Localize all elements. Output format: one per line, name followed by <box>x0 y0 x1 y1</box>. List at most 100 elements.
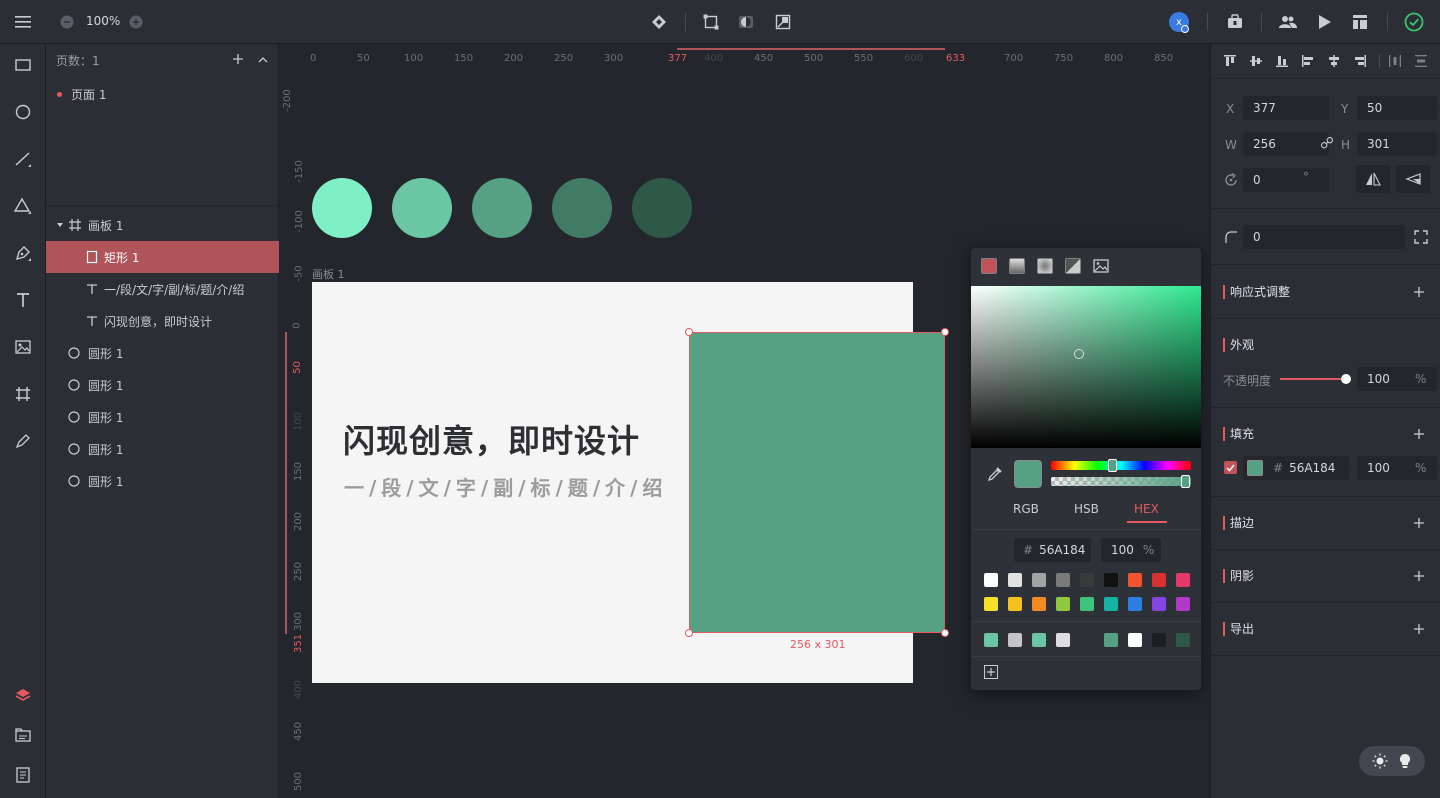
notes-icon[interactable] <box>12 764 34 786</box>
layer-item-circle[interactable]: 圆形 1 <box>46 433 279 465</box>
color-swatch[interactable] <box>1008 573 1022 587</box>
align-middle-icon[interactable] <box>1249 54 1263 71</box>
polygon-tool-icon[interactable] <box>12 195 34 217</box>
page-item[interactable]: 页面 1 <box>46 78 279 110</box>
menu-icon[interactable] <box>14 12 34 32</box>
color-swatch[interactable] <box>1152 573 1166 587</box>
opacity-input[interactable]: 100 % <box>1357 367 1437 391</box>
play-icon[interactable] <box>1315 12 1335 32</box>
layer-item-circle[interactable]: 圆形 1 <box>46 337 279 369</box>
add-swatch-icon[interactable] <box>984 665 998 679</box>
color-circle[interactable] <box>632 178 692 238</box>
fill-color-swatch[interactable] <box>1247 460 1263 476</box>
color-circle[interactable] <box>312 178 372 238</box>
expand-icon[interactable] <box>56 221 64 229</box>
crop-icon[interactable] <box>773 12 793 32</box>
x-input[interactable]: 377 <box>1243 96 1329 120</box>
component-icon[interactable] <box>649 12 669 32</box>
zoom-out-icon[interactable] <box>59 14 75 30</box>
color-swatch[interactable] <box>1056 633 1070 647</box>
artboard-tool-icon[interactable] <box>12 383 34 405</box>
check-status-icon[interactable] <box>1403 11 1425 33</box>
ellipse-tool-icon[interactable] <box>12 101 34 123</box>
independent-corners-icon[interactable] <box>1414 230 1428 247</box>
layer-item-circle[interactable]: 圆形 1 <box>46 465 279 497</box>
color-swatch[interactable] <box>1152 597 1166 611</box>
users-icon[interactable] <box>1278 12 1298 32</box>
add-responsive-icon[interactable] <box>1412 285 1426 299</box>
fill-type-radial-icon[interactable] <box>1037 258 1053 274</box>
fill-opacity-input[interactable]: 100 % <box>1357 456 1437 480</box>
color-swatch[interactable] <box>1128 633 1142 647</box>
color-swatch[interactable] <box>1056 573 1070 587</box>
color-swatch[interactable] <box>1176 633 1190 647</box>
layer-item-rect[interactable]: 矩形 1 <box>46 241 279 273</box>
color-swatch[interactable] <box>1080 573 1094 587</box>
mask-icon[interactable] <box>736 12 756 32</box>
layer-item-circle[interactable]: 圆形 1 <box>46 369 279 401</box>
color-swatch[interactable] <box>984 597 998 611</box>
hex-input[interactable]: # 56A184 <box>1014 538 1091 562</box>
image-tool-icon[interactable] <box>12 336 34 358</box>
pen-tool-icon[interactable] <box>12 242 34 264</box>
flip-horizontal-icon[interactable] <box>1356 165 1390 193</box>
eyedropper-icon[interactable] <box>987 466 1003 482</box>
layout-icon[interactable] <box>1350 12 1370 32</box>
color-swatch[interactable] <box>1056 597 1070 611</box>
subtitle-text[interactable]: 一/段/文/字/副/标/题/介/绍 <box>344 472 667 501</box>
fill-type-solid-icon[interactable] <box>981 258 997 274</box>
pencil-tool-icon[interactable] <box>12 430 34 452</box>
tab-hsb[interactable]: HSB <box>1074 502 1099 516</box>
opacity-slider[interactable] <box>1280 378 1346 380</box>
add-shadow-icon[interactable] <box>1412 569 1426 583</box>
align-left-icon[interactable] <box>1301 54 1315 71</box>
collapse-pages-icon[interactable] <box>257 54 269 64</box>
flip-vertical-icon[interactable] <box>1396 165 1430 193</box>
hue-slider[interactable] <box>1051 461 1191 470</box>
assets-icon[interactable] <box>12 724 34 746</box>
w-input[interactable]: 256 <box>1243 132 1329 156</box>
color-swatch[interactable] <box>984 573 998 587</box>
selection-handle[interactable] <box>685 629 693 637</box>
rectangle-tool-icon[interactable] <box>12 54 34 76</box>
rotation-input[interactable]: 0 ° <box>1243 168 1329 192</box>
tab-rgb[interactable]: RGB <box>1013 502 1039 516</box>
fill-type-angular-icon[interactable] <box>1065 258 1081 274</box>
fill-enabled-checkbox[interactable] <box>1224 461 1237 474</box>
saturation-cursor[interactable] <box>1074 349 1084 359</box>
color-swatch[interactable] <box>1104 597 1118 611</box>
color-circle[interactable] <box>392 178 452 238</box>
headline-text[interactable]: 闪现创意，即时设计 <box>343 416 640 462</box>
align-top-icon[interactable] <box>1223 54 1237 71</box>
layers-icon[interactable] <box>12 684 34 706</box>
color-swatch[interactable] <box>1128 573 1142 587</box>
color-swatch[interactable] <box>1104 633 1118 647</box>
add-page-icon[interactable] <box>232 53 244 65</box>
zoom-level[interactable]: 100% <box>86 14 120 28</box>
artboard-layer[interactable]: 画板 1 <box>46 209 279 241</box>
sun-icon[interactable] <box>1372 753 1388 769</box>
opacity-input[interactable]: 100 % <box>1101 538 1161 562</box>
color-swatch[interactable] <box>1080 633 1094 647</box>
alpha-slider[interactable] <box>1051 477 1191 486</box>
plugin-icon[interactable] <box>1225 12 1245 32</box>
opacity-slider-handle[interactable] <box>1341 374 1351 384</box>
selection-handle[interactable] <box>941 328 949 336</box>
alpha-handle[interactable] <box>1181 475 1190 488</box>
color-swatch[interactable] <box>1104 573 1118 587</box>
distribute-horizontal-icon[interactable] <box>1388 54 1402 71</box>
color-swatch[interactable] <box>1008 597 1022 611</box>
color-swatch[interactable] <box>1032 573 1046 587</box>
selection-handle[interactable] <box>685 328 693 336</box>
add-export-icon[interactable] <box>1412 622 1426 636</box>
color-circle[interactable] <box>472 178 532 238</box>
color-swatch[interactable] <box>1176 573 1190 587</box>
color-swatch[interactable] <box>1032 597 1046 611</box>
color-swatch[interactable] <box>984 633 998 647</box>
theme-toggle[interactable] <box>1359 746 1425 776</box>
lightbulb-icon[interactable] <box>1398 753 1412 769</box>
text-tool-icon[interactable] <box>12 289 34 311</box>
constrain-proportions-icon[interactable] <box>1320 136 1334 152</box>
layer-item-text[interactable]: 闪现创意，即时设计 <box>46 305 279 337</box>
color-swatch[interactable] <box>1128 597 1142 611</box>
